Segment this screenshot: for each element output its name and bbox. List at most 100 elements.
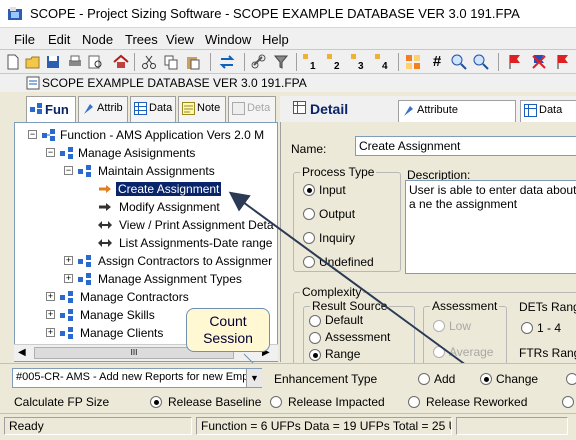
tree-item-view-print[interactable]: View / Print Assignment Deta (119, 216, 274, 234)
level-3-icon[interactable]: 3 (350, 53, 368, 71)
table-icon (134, 102, 147, 115)
radio-average[interactable] (433, 346, 445, 358)
tree-item-create-assignment[interactable]: Create Assignment (116, 180, 222, 198)
level-2-icon[interactable]: 2 (326, 53, 344, 71)
swap-icon[interactable] (218, 53, 236, 71)
tree-item-manage-contractors[interactable]: Manage Contractors (80, 288, 189, 306)
radio-dets-1-4[interactable] (521, 322, 533, 334)
radio-input[interactable] (303, 184, 315, 196)
scroll-left-arrow-icon[interactable]: ◀ (18, 347, 26, 358)
tree-item-manage-skills[interactable]: Manage Skills (80, 306, 155, 324)
radio-dets-1-4-label: 1 - 4 (537, 321, 562, 335)
window-title: SCOPE - Project Sizing Software - SCOPE … (30, 6, 520, 21)
radio-low[interactable] (433, 320, 445, 332)
cut-icon[interactable] (140, 53, 158, 71)
dropdown-arrow-icon[interactable]: ▼ (246, 369, 262, 387)
tab-note[interactable]: Note (178, 96, 226, 122)
filter-icon[interactable] (272, 53, 290, 71)
paste-icon[interactable] (184, 53, 202, 71)
radio-release-impacted[interactable] (270, 396, 282, 408)
expand-toggle[interactable]: + (64, 274, 73, 283)
tab-right-data[interactable]: Data (520, 100, 576, 122)
tab-attrib[interactable]: Attrib (78, 96, 128, 122)
tab-data[interactable]: Data (130, 96, 176, 122)
flag-right-icon[interactable] (554, 53, 572, 71)
radio-output[interactable] (303, 208, 315, 220)
tab-detail-label: Deta (247, 102, 271, 114)
radio-release-baseline[interactable] (150, 396, 162, 408)
radio-undefined[interactable] (303, 256, 315, 268)
preview-icon[interactable] (86, 53, 104, 71)
link-icon[interactable] (250, 53, 268, 71)
copy-icon[interactable] (162, 53, 180, 71)
scroll-grip: III (130, 348, 138, 357)
menu-edit[interactable]: Edit (48, 32, 70, 47)
tree-item-root[interactable]: Function - AMS Application Vers 2.0 M (60, 126, 264, 144)
detail-icon (232, 102, 245, 115)
tree-item-assign-contractors[interactable]: Assign Contractors to Assignmer (98, 252, 272, 270)
tree-item-modify-assignment[interactable]: Modify Assignment (119, 198, 220, 216)
tab-attribute[interactable]: Attribute (398, 100, 516, 122)
enhancement-selector[interactable]: #005-CR- AMS - Add new Reports for new E… (12, 368, 262, 388)
dets-range-label: DETs Rang (519, 300, 576, 314)
zoom-out-icon[interactable] (472, 53, 490, 71)
collapse-toggle[interactable]: − (28, 130, 37, 139)
level-4-icon[interactable]: 4 (374, 53, 392, 71)
hash-icon[interactable]: # (428, 53, 446, 71)
print-icon[interactable] (66, 53, 84, 71)
menu-window[interactable]: Window (205, 32, 251, 47)
radio-delete[interactable] (566, 373, 576, 385)
expand-toggle[interactable]: + (64, 256, 73, 265)
function-tree-icon (30, 103, 42, 114)
tree-item-manage-assignments[interactable]: Manage Asisignments (78, 144, 195, 162)
tab-detail-active-label: Detail (310, 101, 349, 117)
new-file-icon[interactable] (4, 53, 22, 71)
open-folder-icon[interactable] (24, 53, 42, 71)
tab-detail-disabled[interactable]: Deta (228, 96, 276, 122)
radio-release-other[interactable] (562, 396, 574, 408)
tab-detail-active[interactable]: Detail (290, 96, 390, 122)
radio-range[interactable] (309, 349, 321, 361)
home-icon[interactable] (112, 53, 130, 71)
description-field[interactable]: User is able to enter data about a ne th… (405, 180, 576, 274)
menu-help[interactable]: Help (262, 32, 289, 47)
zoom-in-icon[interactable] (450, 53, 468, 71)
menu-bar: File Edit Node Trees View Window Help (0, 28, 576, 50)
radio-default[interactable] (309, 315, 321, 327)
radio-input-label: Input (319, 183, 346, 197)
tree-item-manage-types[interactable]: Manage Assignment Types (98, 270, 242, 288)
expand-toggle[interactable]: + (46, 292, 55, 301)
flag-icon[interactable] (506, 53, 524, 71)
collapse-toggle[interactable]: − (46, 148, 55, 157)
tree-item-manage-clients[interactable]: Manage Clients (80, 324, 163, 342)
tree-item-list-assignments[interactable]: List Assignments-Date range (119, 234, 272, 252)
radio-inquiry[interactable] (303, 232, 315, 244)
radio-add[interactable] (418, 373, 430, 385)
collapse-toggle[interactable]: − (64, 166, 73, 175)
tree-item-maintain-assignments[interactable]: Maintain Assignments (98, 162, 215, 180)
level-1-icon[interactable]: 1 (302, 53, 320, 71)
remove-flag-icon[interactable] (530, 53, 548, 71)
expand-toggle[interactable]: + (46, 310, 55, 319)
tab-function-label: Fun (45, 102, 69, 117)
radio-assessment[interactable] (309, 332, 321, 344)
menu-file[interactable]: File (14, 32, 35, 47)
menu-view[interactable]: View (166, 32, 194, 47)
radio-change[interactable] (480, 373, 492, 385)
data-tab-icon (524, 104, 537, 117)
radio-default-label: Default (325, 313, 364, 327)
tab-function[interactable]: Fun (26, 96, 76, 122)
attribute-tab-icon (404, 106, 413, 116)
expand-toggle[interactable]: + (46, 328, 55, 337)
grid-icon[interactable] (404, 53, 422, 71)
menu-trees[interactable]: Trees (125, 32, 158, 47)
svg-text:4: 4 (382, 61, 388, 71)
radio-release-reworked[interactable] (408, 396, 420, 408)
save-icon[interactable] (44, 53, 62, 71)
status-ready: Ready (4, 417, 192, 435)
inquiry-arrow-icon (98, 239, 112, 247)
menu-node[interactable]: Node (82, 32, 113, 47)
name-field[interactable]: Create Assignment (355, 136, 576, 156)
svg-text:3: 3 (358, 61, 364, 71)
enhancement-type-label: Enhancement Type (274, 372, 378, 386)
